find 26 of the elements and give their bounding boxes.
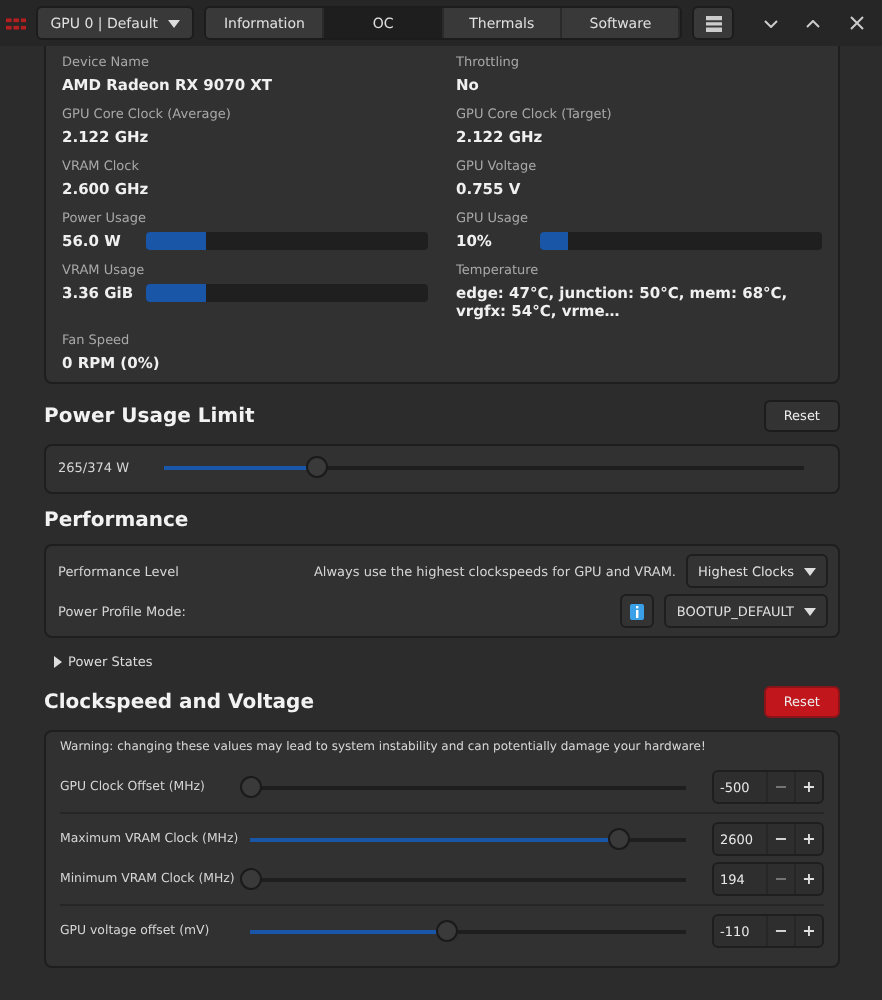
slider-handle[interactable] xyxy=(306,456,329,478)
decrement-button[interactable]: − xyxy=(766,916,794,946)
chevron-down-icon xyxy=(763,19,778,27)
section-title: Performance xyxy=(44,510,189,532)
chevron-up-icon xyxy=(806,19,821,27)
menu-icon xyxy=(705,15,722,31)
app-logo-icon xyxy=(6,17,27,29)
increment-button[interactable]: + xyxy=(794,772,822,802)
slider-handle[interactable] xyxy=(240,776,262,798)
info-icon xyxy=(630,603,645,619)
slider-handle[interactable] xyxy=(240,868,262,890)
caret-icon xyxy=(804,607,816,615)
increment-button[interactable]: + xyxy=(794,916,822,946)
triangle-icon xyxy=(54,656,62,668)
close-icon xyxy=(850,16,865,30)
section-title: Power Usage Limit xyxy=(44,405,255,427)
increment-button[interactable]: + xyxy=(794,824,822,854)
increment-button[interactable]: + xyxy=(794,864,822,894)
caret-icon xyxy=(168,19,181,27)
menu-button[interactable] xyxy=(692,6,734,40)
slider-handle[interactable] xyxy=(435,920,458,942)
caret-icon xyxy=(804,567,816,575)
slider-handle[interactable] xyxy=(608,828,631,850)
section-title: Clockspeed and Voltage xyxy=(44,691,314,713)
decrement-button[interactable]: − xyxy=(766,824,794,854)
info-button[interactable] xyxy=(620,594,655,628)
